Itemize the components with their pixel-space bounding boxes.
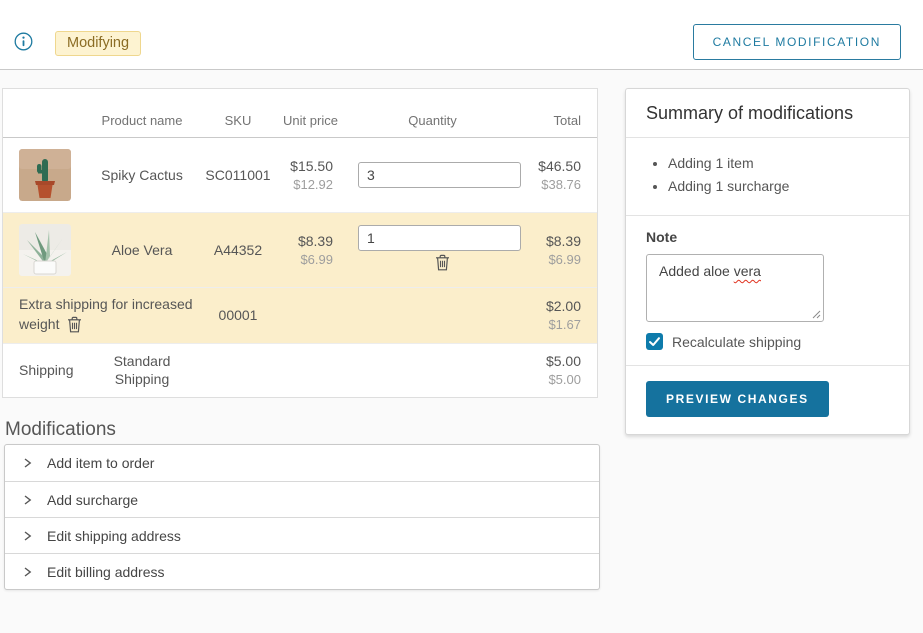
status-badge: Modifying [55, 31, 141, 56]
column-unit-price: Unit price [283, 89, 338, 137]
unit-price-current: $8.39 [283, 233, 333, 249]
row-total: $2.00 $1.67 [527, 287, 597, 343]
remove-surcharge-button[interactable] [65, 314, 84, 335]
accordion-edit-billing-address[interactable]: Edit billing address [5, 553, 599, 589]
total-current: $46.50 [527, 158, 581, 174]
total-current: $5.00 [527, 353, 581, 369]
chevron-right-icon [22, 530, 33, 542]
aloe-vera-photo [19, 224, 71, 276]
accordion-label: Add surcharge [47, 492, 138, 508]
summary-of-modifications-panel: Summary of modifications Adding 1 item A… [625, 88, 910, 435]
recalculate-shipping-checkbox[interactable]: Recalculate shipping [646, 333, 889, 350]
chevron-right-icon [22, 457, 33, 469]
trash-icon [435, 254, 450, 271]
cancel-modification-button[interactable]: CANCEL MODIFICATION [693, 24, 901, 60]
total-current: $8.39 [527, 233, 581, 249]
trash-icon [67, 316, 82, 333]
shipping-label: Shipping [3, 343, 91, 397]
modifications-accordion: Add item to order Add surcharge Edit shi… [4, 444, 600, 590]
unit-price-previous: $12.92 [283, 177, 333, 192]
summary-bullet: Adding 1 item [668, 155, 889, 171]
unit-price: $15.50 $12.92 [283, 137, 338, 212]
table-header: Product name SKU Unit price Quantity Tot… [3, 89, 597, 137]
column-quantity: Quantity [338, 89, 527, 137]
row-total: $8.39 $6.99 [527, 212, 597, 287]
unit-price-previous: $6.99 [283, 252, 333, 267]
accordion-label: Edit shipping address [47, 528, 181, 544]
remove-item-button[interactable] [433, 252, 452, 273]
summary-title: Summary of modifications [626, 89, 909, 138]
note-text: Added aloe [659, 263, 730, 279]
surcharge-row: Extra shipping for increased weight 0000… [3, 287, 597, 343]
top-bar: Modifying CANCEL MODIFICATION [0, 0, 923, 70]
shipping-method: Standard Shipping [106, 352, 178, 388]
unit-price: $8.39 $6.99 [283, 212, 338, 287]
note-label: Note [646, 229, 889, 245]
spiky-cactus-photo [19, 149, 71, 201]
surcharge-sku: 00001 [193, 287, 283, 343]
accordion-add-surcharge[interactable]: Add surcharge [5, 481, 599, 517]
total-previous: $6.99 [527, 252, 581, 267]
column-image [3, 89, 91, 137]
row-total: $5.00 $5.00 [527, 343, 597, 397]
quantity-input[interactable] [358, 225, 521, 251]
accordion-label: Add item to order [47, 455, 154, 471]
note-text-misspelled: vera [734, 263, 761, 279]
summary-bullet: Adding 1 surcharge [668, 178, 889, 194]
surcharge-label: Extra shipping for increased weight [19, 296, 193, 332]
quantity-input[interactable] [358, 162, 521, 188]
table-row: Spiky Cactus SC011001 $15.50 $12.92 $46.… [3, 137, 597, 212]
total-previous: $38.76 [527, 177, 581, 192]
column-total: Total [527, 89, 597, 137]
product-name: Aloe Vera [91, 212, 193, 287]
column-product-name: Product name [91, 89, 193, 137]
total-previous: $5.00 [527, 372, 581, 387]
chevron-right-icon [22, 566, 33, 578]
accordion-add-item-to-order[interactable]: Add item to order [5, 445, 599, 481]
column-sku: SKU [193, 89, 283, 137]
product-sku: SC011001 [193, 137, 283, 212]
product-sku: A44352 [193, 212, 283, 287]
resize-handle-icon[interactable] [811, 309, 821, 319]
accordion-edit-shipping-address[interactable]: Edit shipping address [5, 517, 599, 553]
table-row: Aloe Vera A44352 $8.39 $6.99 [3, 212, 597, 287]
shipping-row: Shipping Standard Shipping $5.00 $5.00 [3, 343, 597, 397]
recalculate-shipping-label: Recalculate shipping [672, 334, 801, 350]
row-total: $46.50 $38.76 [527, 137, 597, 212]
modifications-title: Modifications [5, 419, 116, 441]
preview-changes-button[interactable]: PREVIEW CHANGES [646, 381, 829, 417]
chevron-right-icon [22, 494, 33, 506]
product-name: Spiky Cactus [91, 137, 193, 212]
info-circle-icon[interactable] [14, 32, 33, 56]
total-previous: $1.67 [527, 317, 581, 332]
note-textarea[interactable]: Added aloe vera [646, 254, 824, 322]
unit-price-current: $15.50 [283, 158, 333, 174]
accordion-label: Edit billing address [47, 564, 165, 580]
order-items-table: Product name SKU Unit price Quantity Tot… [2, 88, 598, 398]
total-current: $2.00 [527, 298, 581, 314]
summary-bullet-list: Adding 1 item Adding 1 surcharge [626, 138, 909, 216]
checkbox-checked-icon[interactable] [646, 333, 663, 350]
